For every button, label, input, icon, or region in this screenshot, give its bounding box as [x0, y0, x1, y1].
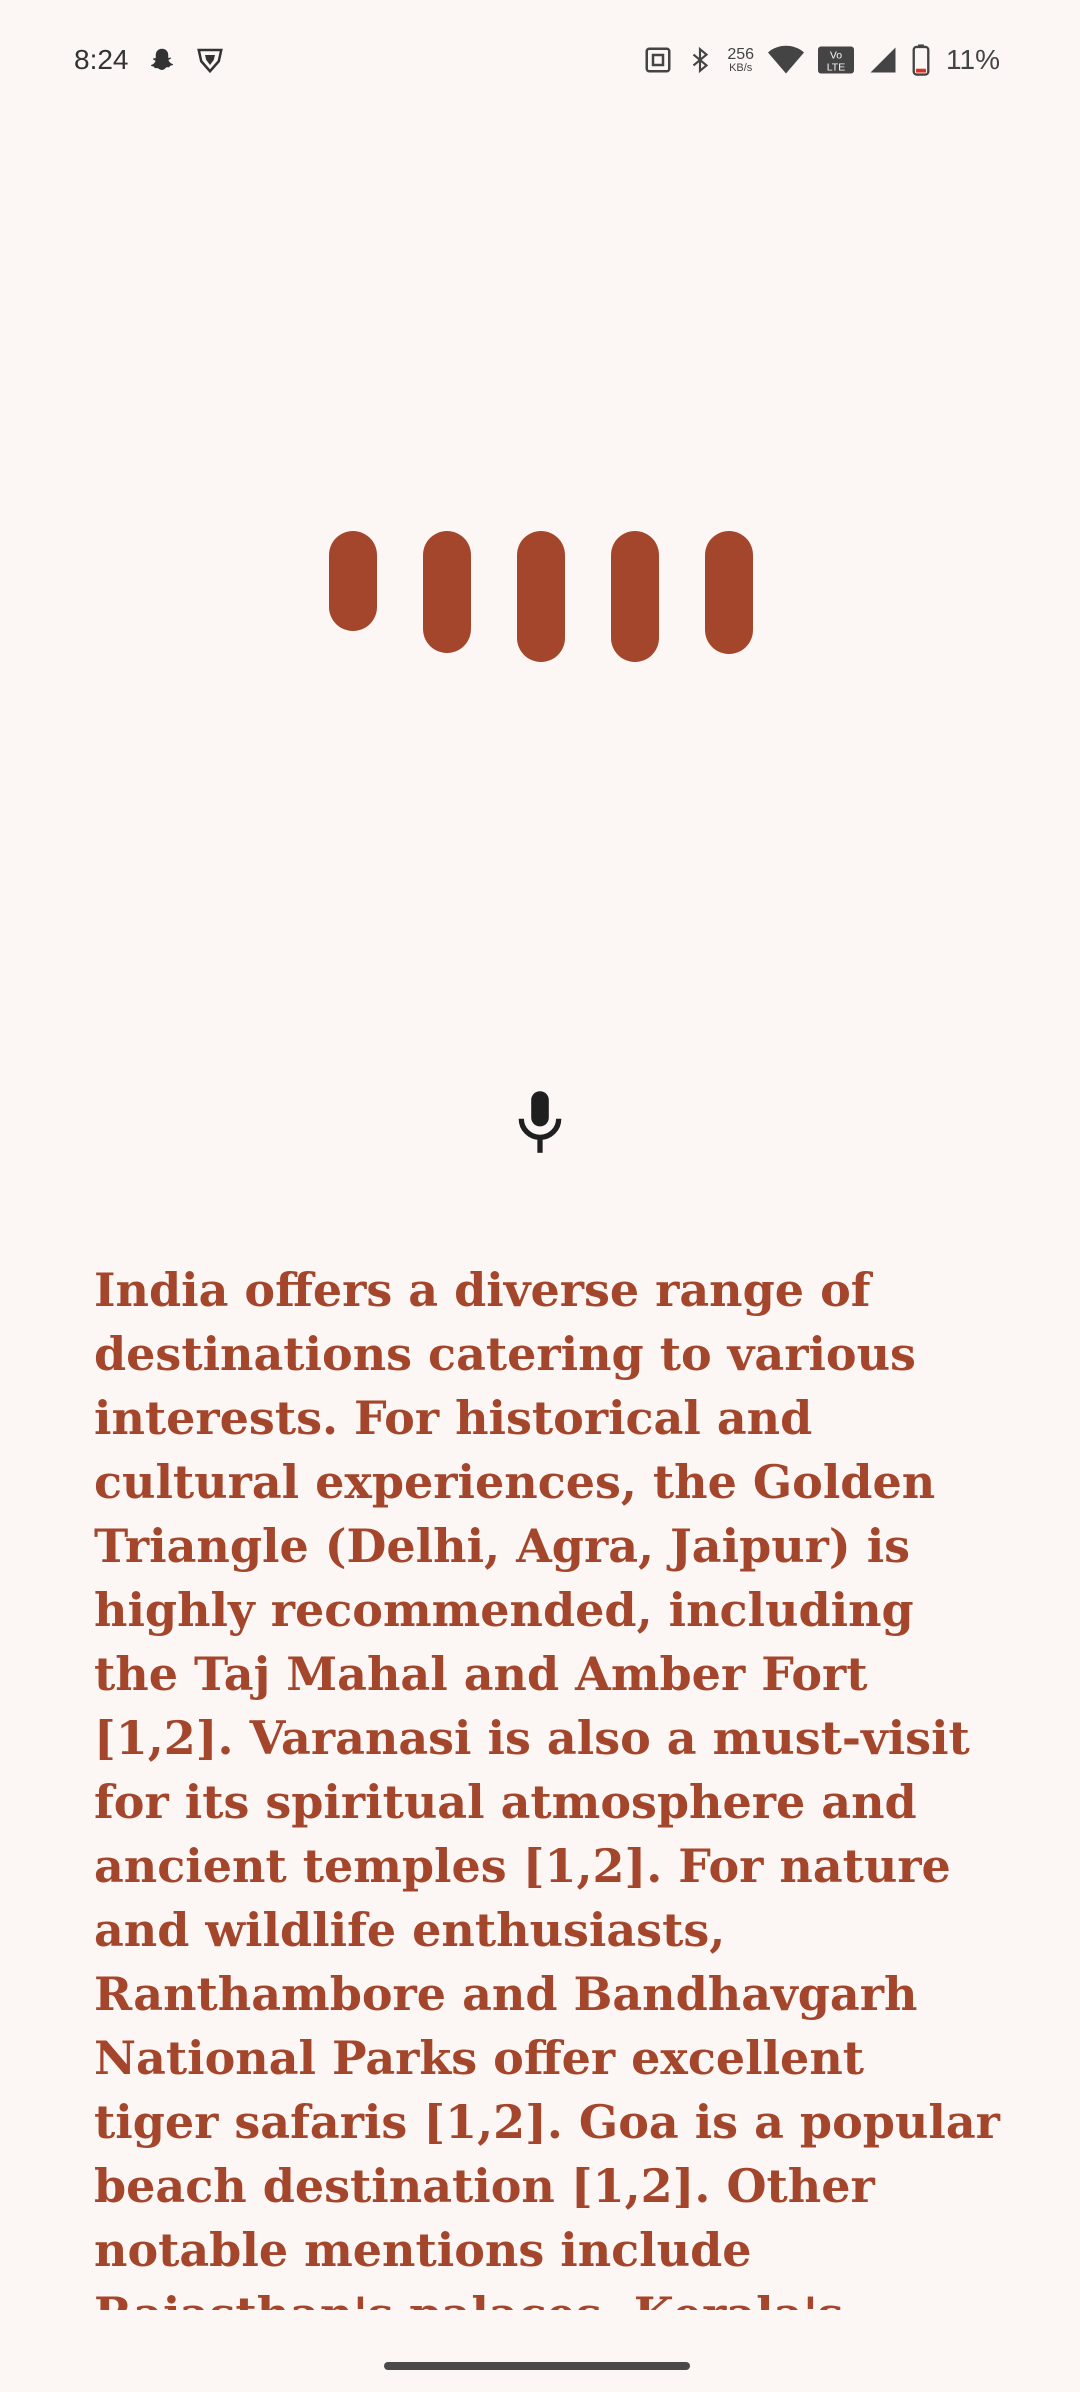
visualizer-bar	[611, 531, 659, 662]
gesture-nav-handle[interactable]	[384, 2362, 690, 2370]
assistant-response-text: India offers a diverse range of destinat…	[94, 1263, 1000, 2310]
visualizer-bar	[329, 531, 377, 631]
visualizer-bar	[705, 531, 753, 654]
visualizer-bar	[423, 531, 471, 653]
voice-visualizer	[0, 0, 1080, 700]
microphone-icon	[513, 1089, 567, 1155]
microphone-button[interactable]	[500, 1082, 580, 1162]
visualizer-bar	[517, 531, 565, 662]
